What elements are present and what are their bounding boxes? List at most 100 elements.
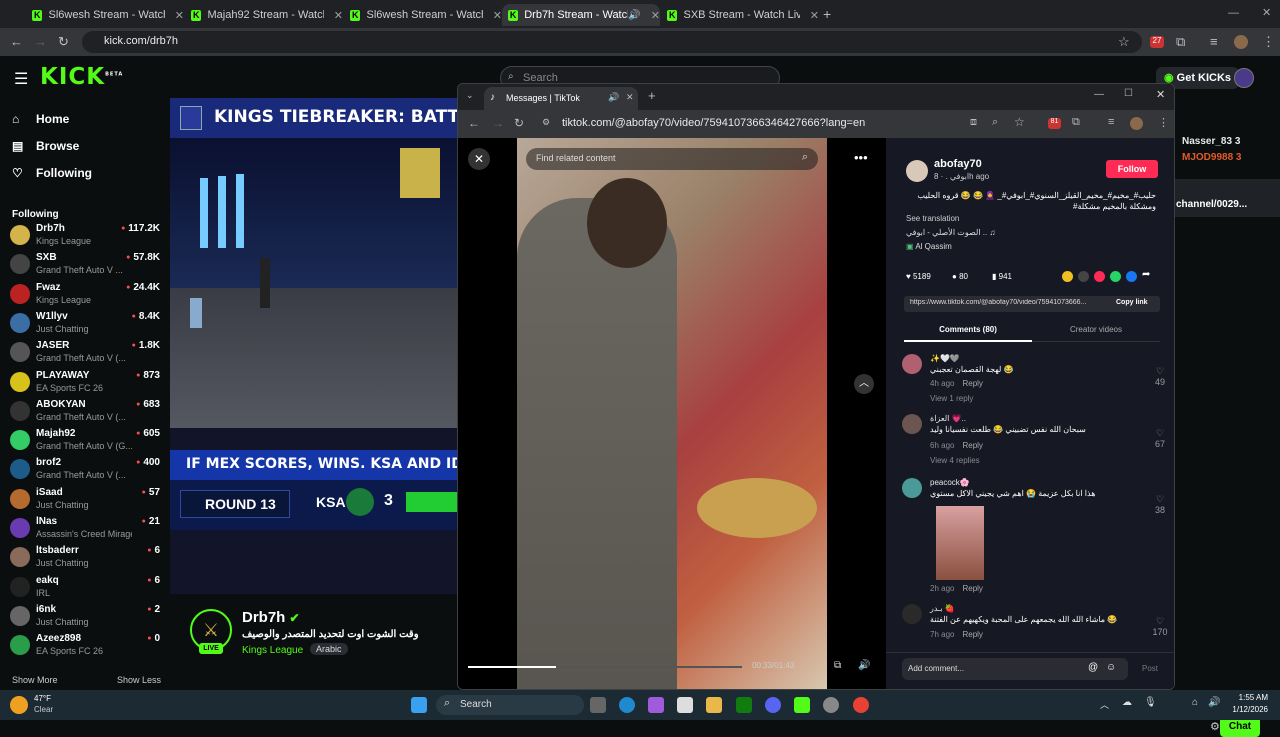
weather-icon[interactable] (10, 696, 28, 714)
comment-image[interactable] (936, 506, 984, 580)
browser-tab[interactable]: K Sl6wesh Stream - Watch Live o ✕ (26, 4, 184, 26)
see-translation-link[interactable]: See translation (906, 214, 959, 223)
post-button[interactable]: Post (1142, 664, 1158, 673)
close-window-button[interactable]: ✕ (1262, 6, 1271, 19)
like-stat[interactable]: ♥ 5189 (906, 272, 931, 281)
menu-lines-icon[interactable]: ≡ (1210, 34, 1218, 49)
nav-following[interactable]: ♡ Following (12, 166, 92, 180)
more-vertical-icon[interactable]: ⋮ (1262, 34, 1275, 50)
close-icon[interactable]: ✕ (493, 9, 502, 22)
close-icon[interactable]: ✕ (334, 9, 343, 22)
taskbar-search[interactable]: ⌕ Search (436, 695, 584, 715)
discord-icon[interactable] (765, 697, 781, 713)
save-stat[interactable]: ▮ 941 (992, 272, 1012, 281)
chevron-up-icon[interactable]: ︿ (1100, 698, 1109, 711)
commenter-avatar[interactable] (902, 414, 922, 434)
tab-creator-videos[interactable]: Creator videos (1032, 318, 1160, 342)
tiktok-video[interactable] (517, 138, 827, 689)
whatsapp-icon[interactable] (1110, 271, 1121, 282)
install-icon[interactable]: ⧈ (970, 116, 977, 129)
search-icon[interactable]: ⌕ (802, 151, 808, 164)
location-row[interactable]: ▣ Al Qassim (906, 242, 952, 251)
chrome-icon[interactable] (853, 697, 869, 713)
find-related-input[interactable]: Find related content ⌕ (526, 148, 818, 170)
view-replies-link[interactable]: View 1 reply (930, 394, 973, 403)
speaker-icon[interactable]: 🔊 (608, 92, 619, 103)
following-item[interactable]: Majah92Grand Theft Auto V (G... 605 (10, 426, 160, 455)
prev-video-button[interactable]: ︿ (854, 374, 874, 394)
address-input[interactable]: kick.com/drb7h (82, 31, 1142, 53)
follow-button[interactable]: Follow (1106, 160, 1158, 178)
share-icon[interactable]: ➦ (1142, 269, 1150, 280)
facebook-icon[interactable] (1126, 271, 1137, 282)
zoom-icon[interactable]: ⌕ (992, 116, 998, 129)
pip-icon[interactable]: ⧉ (834, 660, 841, 671)
show-less-link[interactable]: Show Less (117, 675, 161, 685)
commenter-name[interactable]: العزاة 💗.. (930, 414, 966, 423)
reply-button[interactable]: Reply (962, 441, 982, 450)
language-tag[interactable]: Arabic (310, 643, 348, 655)
following-item[interactable]: Drb7h Kings League 117.2K (10, 221, 160, 250)
file-explorer-icon[interactable] (706, 697, 722, 713)
mention-icon[interactable]: @ (1088, 662, 1098, 673)
kick-app-icon[interactable] (794, 697, 810, 713)
site-info-icon[interactable]: ⚙ (542, 117, 550, 128)
sound-label[interactable]: الصوت الأصلي - ابوفي .. ♫ (906, 228, 995, 237)
author-avatar[interactable] (906, 160, 928, 182)
nav-browse[interactable]: ▤ Browse (12, 139, 79, 153)
comment-like[interactable]: ♡ 38 (1152, 494, 1168, 515)
following-item[interactable]: ltsbaderrJust Chatting 6 (10, 543, 160, 572)
nav-home[interactable]: ⌂ Home (12, 112, 69, 126)
following-item[interactable]: FwazKings League 24.4K (10, 280, 160, 309)
xbox-icon[interactable] (736, 697, 752, 713)
new-tab-button[interactable]: + (648, 88, 656, 103)
comment-stat[interactable]: ● 80 (952, 272, 968, 281)
commenter-avatar[interactable] (902, 604, 922, 624)
channel-name-row[interactable]: Drb7h ✔ (242, 609, 300, 626)
emoji-icon[interactable]: ☺ (1106, 662, 1116, 673)
new-tab-button[interactable]: + (823, 6, 831, 22)
share-coin-icon[interactable] (1062, 271, 1073, 282)
close-icon[interactable]: ✕ (651, 9, 660, 22)
volume-icon[interactable]: 🔊 (1208, 697, 1220, 708)
user-avatar[interactable] (1234, 68, 1254, 88)
close-window-button[interactable]: ✕ (1156, 88, 1165, 101)
maximize-button[interactable]: ☐ (1124, 88, 1133, 99)
commenter-name[interactable]: ✨🤍🩶 (930, 354, 960, 363)
following-item[interactable]: lNas Assassin's Creed Mirage 21 (10, 514, 160, 543)
back-icon[interactable]: ← (10, 34, 23, 49)
reply-button[interactable]: Reply (962, 379, 982, 388)
chat-user-row[interactable]: MJOD9988 3 (1182, 152, 1241, 163)
stream-category[interactable]: Kings League (242, 645, 303, 656)
store-icon[interactable] (677, 697, 693, 713)
embed-icon[interactable] (1078, 271, 1089, 282)
microphone-icon[interactable]: 🎙 (1144, 697, 1157, 708)
pinned-channel[interactable]: channel/0029... (1176, 199, 1247, 210)
browser-tab[interactable]: K Sl6wesh Stream - Watch Live o ✕ (344, 4, 502, 26)
settings-icon[interactable] (823, 697, 839, 713)
reply-button[interactable]: Reply (962, 584, 982, 593)
comment-like[interactable]: ♡ 49 (1152, 366, 1168, 387)
menu-lines-icon[interactable]: ≡ (1108, 116, 1114, 128)
hamburger-icon[interactable]: ☰ (14, 69, 28, 89)
gear-icon[interactable]: ⚙ (1210, 720, 1220, 733)
extensions-icon[interactable]: ⧉ (1176, 34, 1185, 50)
browser-tab[interactable]: K SXB Stream - Watch Live on Kic ✕ (661, 4, 819, 26)
reload-icon[interactable]: ↻ (514, 116, 524, 130)
kick-logo[interactable]: KICKBETA (40, 64, 123, 90)
forward-icon[interactable]: → (492, 116, 504, 130)
network-icon[interactable]: ⌂ (1192, 697, 1198, 708)
browser-tab[interactable]: K Majah92 Stream - Watch Live o ✕ (185, 4, 343, 26)
following-item[interactable]: eakqIRL 6 (10, 573, 160, 602)
close-icon[interactable]: ✕ (810, 9, 819, 22)
bookmark-star-icon[interactable]: ☆ (1118, 34, 1130, 50)
bookmark-star-icon[interactable]: ☆ (1014, 115, 1025, 129)
popup-tab[interactable]: ♪ Messages | TikTok 🔊 ✕ (484, 87, 638, 110)
commenter-name[interactable]: بـدر 🍓 (930, 604, 955, 613)
following-item[interactable]: ABOKYANGrand Theft Auto V (... 683 (10, 397, 160, 426)
edge-icon[interactable] (619, 697, 635, 713)
comment-like[interactable]: ♡ 67 (1152, 428, 1168, 449)
extension-badge[interactable]: 81 (1048, 118, 1061, 129)
windows-start-icon[interactable] (411, 697, 427, 713)
following-item[interactable]: brof2Grand Theft Auto V (... 400 (10, 455, 160, 484)
